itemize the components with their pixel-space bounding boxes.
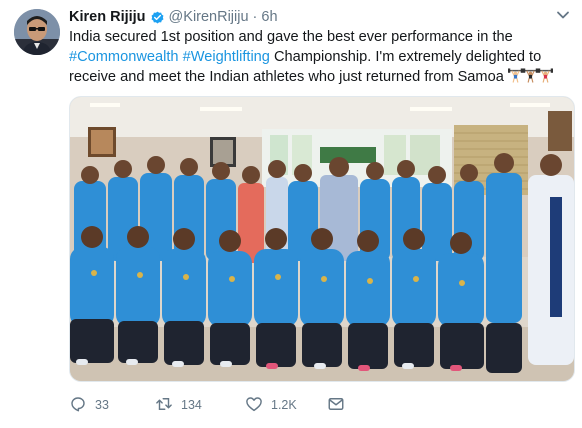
reply-count: 33 <box>95 398 109 412</box>
tweet-header: Kiren Rijiju @KirenRijiju · 6h <box>69 8 278 26</box>
tweet-text-part1: India secured 1st position and gave the … <box>69 29 513 45</box>
author-name[interactable]: Kiren Rijiju <box>69 9 146 25</box>
hashtag-weightlifting[interactable]: #Weightlifting <box>183 49 270 65</box>
like-button[interactable]: 1.2K <box>245 395 327 416</box>
tweet-actions: 33 134 1.2K <box>69 395 345 415</box>
like-count: 1.2K <box>271 398 297 412</box>
verified-badge-icon <box>150 10 165 25</box>
hashtag-commonwealth[interactable]: #Commonwealth <box>69 49 179 65</box>
tweet-card[interactable]: Kiren Rijiju @KirenRijiju · 6h India sec… <box>0 0 582 428</box>
separator-dot: · <box>252 9 258 25</box>
weightlifter-emoji <box>522 68 538 89</box>
retweet-icon <box>155 395 173 416</box>
author-handle[interactable]: @KirenRijiju <box>169 9 249 25</box>
tweet-text: India secured 1st position and gave the … <box>69 27 569 89</box>
weightlifter-emoji <box>537 68 553 89</box>
avatar[interactable] <box>14 9 60 55</box>
retweet-button[interactable]: 134 <box>155 395 245 416</box>
envelope-icon <box>327 395 345 416</box>
reply-button[interactable]: 33 <box>69 395 155 416</box>
reply-icon <box>69 395 87 416</box>
chevron-down-icon[interactable] <box>556 8 570 22</box>
weightlifter-emoji <box>507 68 523 89</box>
retweet-count: 134 <box>181 398 202 412</box>
direct-message-button[interactable] <box>327 395 345 416</box>
heart-icon <box>245 395 263 416</box>
tweet-photo[interactable] <box>69 96 575 382</box>
timestamp[interactable]: 6h <box>261 9 277 25</box>
